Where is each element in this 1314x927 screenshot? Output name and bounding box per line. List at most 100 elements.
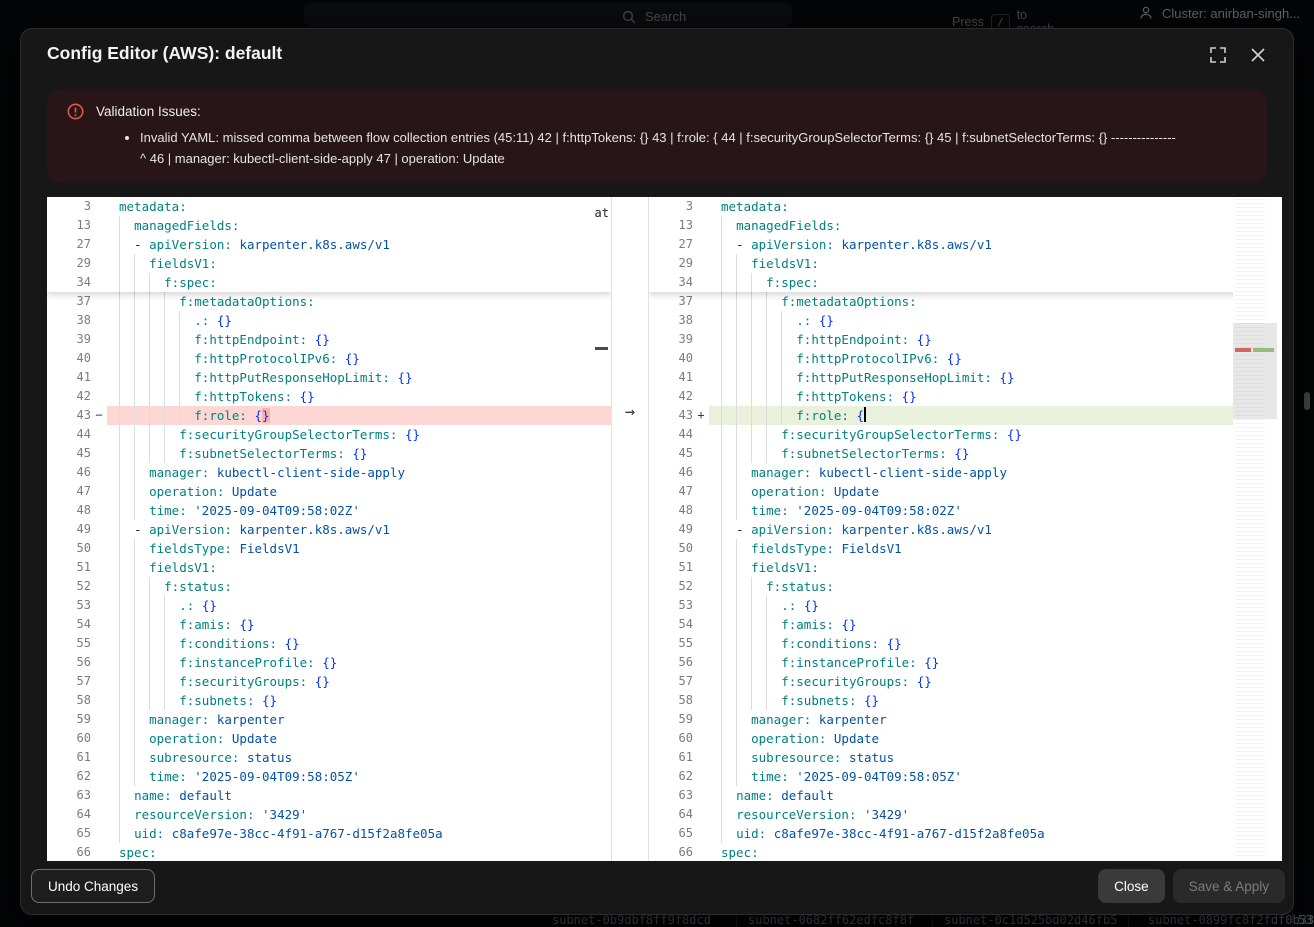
indent-guide [721, 634, 722, 653]
indent-guide [736, 710, 737, 729]
code-line[interactable]: 65 uid: c8afe97e-38cc-4f91-a767-d15f2a8f… [47, 824, 611, 843]
code-line[interactable]: 59 manager: karpenter [649, 710, 1282, 729]
code-line[interactable]: 42 f:httpTokens: {} [649, 387, 1282, 406]
sticky-line[interactable]: 27 - apiVersion: karpenter.k8s.aws/v1 [47, 235, 611, 254]
code-line[interactable]: 42 f:httpTokens: {} [47, 387, 611, 406]
code-token: apiVersion: [149, 237, 232, 252]
close-modal-button[interactable]: Close [1098, 869, 1165, 903]
code-token [826, 731, 834, 746]
save-apply-button[interactable]: Save & Apply [1173, 869, 1285, 903]
line-number: 41 [649, 368, 693, 387]
diff-sign [91, 292, 107, 311]
sticky-line[interactable]: 13 managedFields: [649, 216, 1282, 235]
close-button[interactable] [1245, 43, 1271, 69]
code-line[interactable]: 50 fieldsType: FieldsV1 [47, 539, 611, 558]
code-line[interactable]: 61 subresource: status [47, 748, 611, 767]
code-line[interactable]: 49 - apiVersion: karpenter.k8s.aws/v1 [649, 520, 1282, 539]
code-line[interactable]: 46 manager: kubectl-client-side-apply [649, 463, 1282, 482]
indent-guide [119, 216, 120, 235]
code-line[interactable]: 53 .: {} [47, 596, 611, 615]
sticky-line[interactable]: 29 fieldsV1: [47, 254, 611, 273]
code-line[interactable]: 47 operation: Update [649, 482, 1282, 501]
code-line[interactable]: 64 resourceVersion: '3429' [47, 805, 611, 824]
code-line[interactable]: 38 .: {} [47, 311, 611, 330]
code-line[interactable]: 50 fieldsType: FieldsV1 [649, 539, 1282, 558]
code-token [999, 427, 1007, 442]
minimap-slider[interactable] [1233, 323, 1277, 419]
code-line[interactable]: 54 f:amis: {} [47, 615, 611, 634]
diff-sign [693, 558, 709, 577]
code-line[interactable]: 56 f:instanceProfile: {} [649, 653, 1282, 672]
code-line[interactable]: 66spec: [649, 843, 1282, 861]
code-line[interactable]: 52 f:status: [47, 577, 611, 596]
revert-change-arrow-icon[interactable]: → [612, 402, 648, 422]
code-line[interactable]: 62 time: '2025-09-04T09:58:05Z' [47, 767, 611, 786]
code-line[interactable]: 40 f:httpProtocolIPv6: {} [649, 349, 1282, 368]
code-line[interactable]: 58 f:subnets: {} [649, 691, 1282, 710]
code-line[interactable]: 46 manager: kubectl-client-side-apply [47, 463, 611, 482]
code-body[interactable]: 37 f:metadataOptions:38 .: {}39 f:httpEn… [47, 292, 611, 861]
code-line[interactable]: 65 uid: c8afe97e-38cc-4f91-a767-d15f2a8f… [649, 824, 1282, 843]
minimap[interactable] [1233, 197, 1277, 861]
validation-message-line: Invalid YAML: missed comma between flow … [140, 127, 1247, 148]
code-line[interactable]: 45 f:subnetSelectorTerms: {} [649, 444, 1282, 463]
code-line[interactable]: 39 f:httpEndpoint: {} [649, 330, 1282, 349]
indent-guide [134, 482, 135, 501]
code-line[interactable]: 44 f:securityGroupSelectorTerms: {} [47, 425, 611, 444]
sticky-line[interactable]: 34 f:spec: [649, 273, 1282, 292]
code-line[interactable]: 51 fieldsV1: [649, 558, 1282, 577]
sticky-line[interactable]: 3metadata: [47, 197, 611, 216]
code-line[interactable]: 63 name: default [649, 786, 1282, 805]
code-line[interactable]: 41 f:httpPutResponseHopLimit: {} [649, 368, 1282, 387]
code-line[interactable]: 37 f:metadataOptions: [649, 292, 1282, 311]
code-line[interactable]: 37 f:metadataOptions: [47, 292, 611, 311]
sticky-line[interactable]: 34 f:spec: [47, 273, 611, 292]
code-line[interactable]: 58 f:subnets: {} [47, 691, 611, 710]
code-line[interactable]: 40 f:httpProtocolIPv6: {} [47, 349, 611, 368]
sticky-line[interactable]: 29 fieldsV1: [649, 254, 1282, 273]
code-line[interactable]: 45 f:subnetSelectorTerms: {} [47, 444, 611, 463]
code-line[interactable]: 43+ f:role: { [649, 406, 1282, 425]
sticky-line[interactable]: 13 managedFields: [47, 216, 611, 235]
sticky-line[interactable]: 3metadata: [649, 197, 1282, 216]
diff-editor[interactable]: 3metadata:13 managedFields:27 - apiVersi… [47, 197, 1282, 861]
code-line[interactable]: 48 time: '2025-09-04T09:58:02Z' [47, 501, 611, 520]
code-line[interactable]: 60 operation: Update [649, 729, 1282, 748]
code-line[interactable]: 44 f:securityGroupSelectorTerms: {} [649, 425, 1282, 444]
code-line[interactable]: 57 f:securityGroups: {} [47, 672, 611, 691]
code-line[interactable]: 38 .: {} [649, 311, 1282, 330]
code-line[interactable]: 49 - apiVersion: karpenter.k8s.aws/v1 [47, 520, 611, 539]
code-line[interactable]: 59 manager: karpenter [47, 710, 611, 729]
code-line[interactable]: 54 f:amis: {} [649, 615, 1282, 634]
indent-guide [736, 691, 737, 710]
sticky-line[interactable]: 27 - apiVersion: karpenter.k8s.aws/v1 [649, 235, 1282, 254]
diff-sign [693, 520, 709, 539]
code-token: {} [352, 446, 367, 461]
code-line[interactable]: 63 name: default [47, 786, 611, 805]
code-body[interactable]: 37 f:metadataOptions:38 .: {}39 f:httpEn… [649, 292, 1282, 861]
undo-changes-button[interactable]: Undo Changes [31, 869, 155, 903]
code-line[interactable]: 52 f:status: [649, 577, 1282, 596]
code-line[interactable]: 51 fieldsV1: [47, 558, 611, 577]
original-pane[interactable]: 3metadata:13 managedFields:27 - apiVersi… [47, 197, 611, 861]
modified-pane[interactable]: 3metadata:13 managedFields:27 - apiVersi… [649, 197, 1282, 861]
fullscreen-button[interactable] [1205, 43, 1231, 69]
code-line[interactable]: 66spec: [47, 843, 611, 861]
code-line[interactable]: 41 f:httpPutResponseHopLimit: {} [47, 368, 611, 387]
code-token: operation: [149, 731, 224, 746]
code-line[interactable]: 53 .: {} [649, 596, 1282, 615]
code-line[interactable]: 64 resourceVersion: '3429' [649, 805, 1282, 824]
code-line[interactable]: 56 f:instanceProfile: {} [47, 653, 611, 672]
code-line[interactable]: 55 f:conditions: {} [649, 634, 1282, 653]
validation-message-line: ^ 46 | manager: kubectl-client-side-appl… [140, 148, 1247, 169]
code-line[interactable]: 57 f:securityGroups: {} [649, 672, 1282, 691]
code-line[interactable]: 62 time: '2025-09-04T09:58:05Z' [649, 767, 1282, 786]
code-line[interactable]: 60 operation: Update [47, 729, 611, 748]
code-line[interactable]: 55 f:conditions: {} [47, 634, 611, 653]
indent-guide [119, 235, 120, 254]
code-line[interactable]: 39 f:httpEndpoint: {} [47, 330, 611, 349]
code-line[interactable]: 61 subresource: status [649, 748, 1282, 767]
code-line[interactable]: 48 time: '2025-09-04T09:58:02Z' [649, 501, 1282, 520]
code-line[interactable]: 43− f:role: {} [47, 406, 611, 425]
code-line[interactable]: 47 operation: Update [47, 482, 611, 501]
